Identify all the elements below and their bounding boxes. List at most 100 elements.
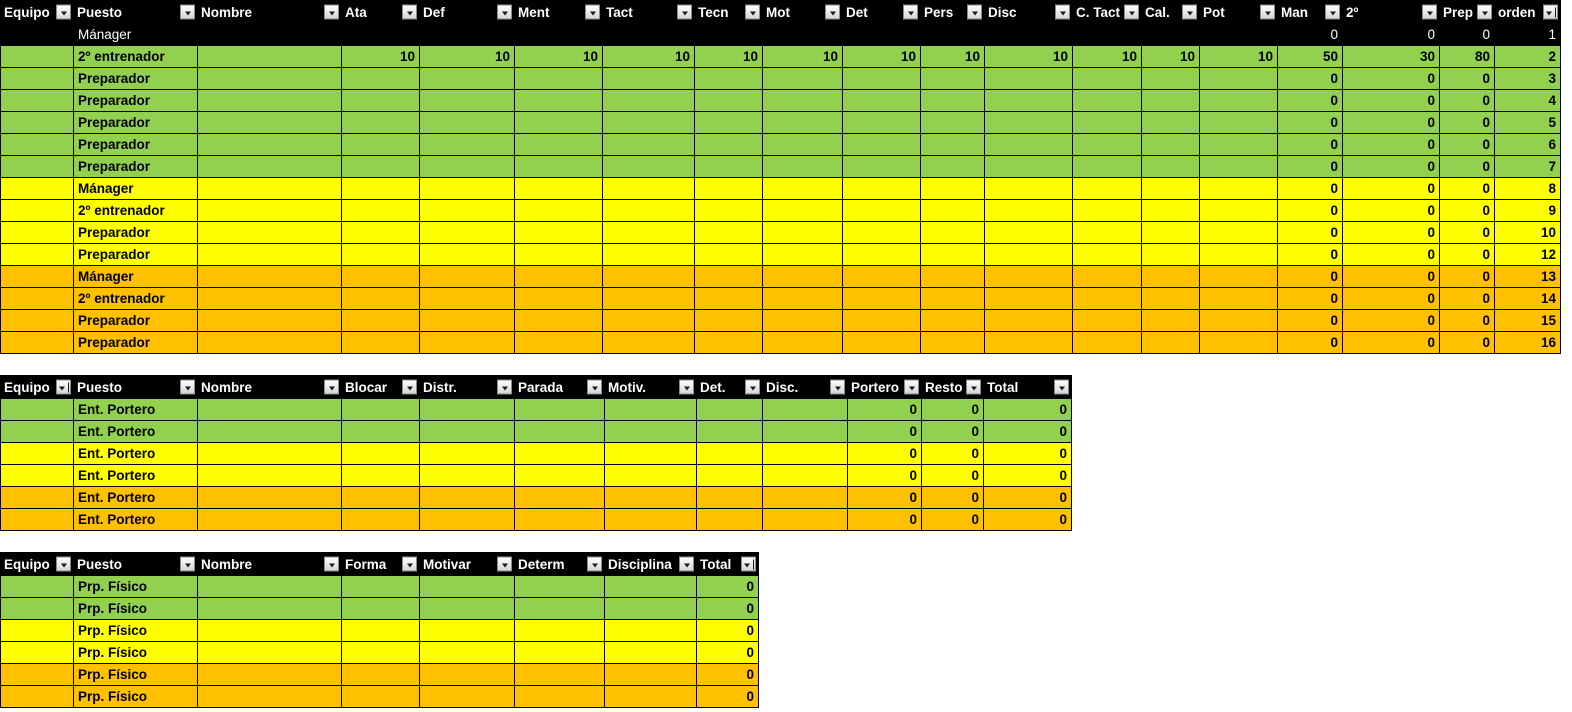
cell-portero[interactable]: 0 (847, 398, 922, 421)
filter-dropdown-icon[interactable] (1055, 4, 1070, 20)
cell-equipo[interactable] (0, 67, 74, 90)
cell-tecn[interactable] (694, 287, 763, 310)
cell-equipo[interactable] (0, 309, 74, 332)
cell-c-tact[interactable] (1072, 287, 1142, 310)
cell-equipo[interactable] (0, 663, 74, 686)
cell-equipo[interactable] (0, 133, 74, 156)
cell-man[interactable]: 0 (1277, 89, 1343, 112)
cell-cal[interactable] (1141, 287, 1200, 310)
column-header-pot[interactable]: Pot (1199, 0, 1278, 24)
cell-ata[interactable] (341, 265, 420, 288)
cell-resto[interactable]: 0 (921, 486, 984, 509)
cell-ata[interactable] (341, 133, 420, 156)
cell-mot[interactable] (762, 155, 843, 178)
cell-determ[interactable] (514, 663, 605, 686)
cell-man[interactable]: 0 (1277, 155, 1343, 178)
cell-2[interactable]: 0 (1342, 199, 1440, 222)
cell-tact[interactable] (602, 67, 695, 90)
cell-forma[interactable] (341, 685, 420, 708)
cell-c-tact[interactable] (1072, 133, 1142, 156)
cell-ment[interactable] (514, 265, 603, 288)
cell-man[interactable]: 0 (1277, 309, 1343, 332)
cell-blocar[interactable] (341, 398, 420, 421)
cell-resto[interactable]: 0 (921, 420, 984, 443)
cell-nombre[interactable] (197, 243, 342, 266)
table-row[interactable]: Ent. Portero 0 0 0 (0, 464, 1072, 487)
cell-prep[interactable]: 0 (1439, 111, 1495, 134)
cell-ment[interactable] (514, 67, 603, 90)
cell-det[interactable] (842, 309, 921, 332)
cell-disc[interactable] (984, 89, 1073, 112)
column-header-ment[interactable]: Ment (514, 0, 603, 24)
cell-distr[interactable] (419, 398, 515, 421)
filter-dropdown-icon[interactable] (1124, 4, 1139, 20)
cell-pot[interactable] (1199, 331, 1278, 354)
cell-puesto[interactable]: 2º entrenador (73, 199, 198, 222)
cell-man[interactable]: 0 (1277, 177, 1343, 200)
cell-pot[interactable] (1199, 177, 1278, 200)
filter-dropdown-icon[interactable] (1422, 4, 1437, 20)
cell-det[interactable] (696, 486, 763, 509)
table-row[interactable]: Preparador 0 0 0 12 (0, 243, 1561, 266)
cell-nombre[interactable] (197, 486, 342, 509)
column-header-total[interactable]: Total (983, 375, 1072, 399)
cell-pot[interactable] (1199, 111, 1278, 134)
cell-c-tact[interactable] (1072, 309, 1142, 332)
cell-pers[interactable] (920, 287, 985, 310)
cell-disc[interactable] (984, 155, 1073, 178)
column-header-def[interactable]: Def (419, 0, 515, 24)
cell-man[interactable]: 50 (1277, 45, 1343, 68)
cell-det[interactable] (842, 265, 921, 288)
cell-forma[interactable] (341, 619, 420, 642)
cell-nombre[interactable] (197, 177, 342, 200)
cell-cal[interactable] (1141, 155, 1200, 178)
filter-dropdown-icon[interactable] (587, 556, 602, 572)
cell-total[interactable]: 0 (983, 464, 1072, 487)
table-row[interactable]: Ent. Portero 0 0 0 (0, 486, 1072, 509)
cell-resto[interactable]: 0 (921, 398, 984, 421)
cell-det[interactable] (696, 464, 763, 487)
cell-2[interactable]: 0 (1342, 111, 1440, 134)
cell-det[interactable] (842, 199, 921, 222)
cell-blocar[interactable] (341, 486, 420, 509)
cell-prep[interactable]: 0 (1439, 221, 1495, 244)
filter-dropdown-icon[interactable] (966, 379, 981, 395)
cell-pers[interactable] (920, 265, 985, 288)
cell-def[interactable] (419, 111, 515, 134)
cell-c-tact[interactable] (1072, 243, 1142, 266)
cell-def[interactable] (419, 23, 515, 46)
cell-def[interactable]: 10 (419, 45, 515, 68)
column-header-pers[interactable]: Pers (920, 0, 985, 24)
cell-ment[interactable] (514, 133, 603, 156)
cell-determ[interactable] (514, 619, 605, 642)
cell-man[interactable]: 0 (1277, 199, 1343, 222)
cell-mot[interactable] (762, 89, 843, 112)
cell-total[interactable]: 0 (983, 398, 1072, 421)
column-header-nombre[interactable]: Nombre (197, 0, 342, 24)
filter-dropdown-icon[interactable] (56, 4, 71, 20)
cell-prep[interactable]: 0 (1439, 265, 1495, 288)
cell-man[interactable]: 0 (1277, 23, 1343, 46)
table-row[interactable]: Preparador 0 0 0 16 (0, 331, 1561, 354)
cell-cal[interactable] (1141, 199, 1200, 222)
table-row[interactable]: Preparador 0 0 0 4 (0, 89, 1561, 112)
cell-puesto[interactable]: Preparador (73, 67, 198, 90)
cell-equipo[interactable] (0, 575, 74, 598)
cell-disc[interactable] (984, 67, 1073, 90)
cell-pers[interactable] (920, 67, 985, 90)
cell-puesto[interactable]: Mánager (73, 177, 198, 200)
cell-cal[interactable] (1141, 23, 1200, 46)
cell-man[interactable]: 0 (1277, 111, 1343, 134)
cell-equipo[interactable] (0, 155, 74, 178)
cell-pot[interactable] (1199, 155, 1278, 178)
cell-nombre[interactable] (197, 619, 342, 642)
cell-prep[interactable]: 0 (1439, 287, 1495, 310)
cell-pot[interactable] (1199, 133, 1278, 156)
cell-total[interactable]: 0 (696, 575, 759, 598)
cell-pot[interactable] (1199, 287, 1278, 310)
cell-det[interactable] (842, 155, 921, 178)
column-header-det[interactable]: Det. (696, 375, 763, 399)
cell-puesto[interactable]: Prp. Físico (73, 663, 198, 686)
cell-det[interactable] (842, 67, 921, 90)
cell-prep[interactable]: 0 (1439, 309, 1495, 332)
